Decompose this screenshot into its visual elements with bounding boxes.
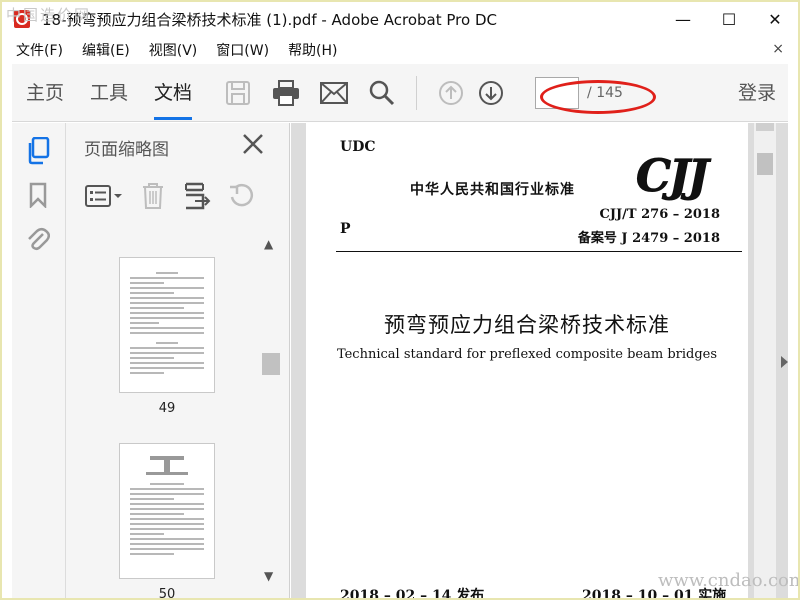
maximize-button[interactable]: ☐ — [706, 2, 752, 36]
thumbnails-toolbar — [84, 181, 270, 211]
watermark-left: 中国造价网 — [6, 6, 92, 24]
standard-code: CJJ/T 276 – 2018 — [599, 207, 720, 222]
previous-page-icon[interactable] — [437, 79, 465, 107]
title-bar: 18-预弯预应力组合梁桥技术标准 (1).pdf - Adobe Acrobat… — [2, 2, 798, 36]
menu-file[interactable]: 文件(F) — [16, 40, 63, 60]
email-icon[interactable] — [320, 79, 349, 107]
document-title-english: Technical standard for preflexed composi… — [336, 347, 718, 362]
document-scrollbar[interactable] — [754, 123, 776, 598]
close-document-button[interactable]: × — [772, 41, 784, 57]
page-thumbnails-icon[interactable] — [24, 137, 52, 165]
thumbnail-page-number: 50 — [158, 587, 176, 598]
thumbnails-scroll-thumb[interactable] — [262, 353, 280, 375]
expand-right-panel-icon[interactable] — [780, 354, 790, 368]
page-thumbnail[interactable] — [119, 443, 215, 579]
document-title-chinese: 预弯预应力组合梁桥技术标准 — [384, 313, 670, 337]
standard-organization: 中华人民共和国行业标准 — [410, 182, 575, 198]
document-scroll-thumb[interactable] — [757, 153, 773, 175]
page-thumbnail[interactable] — [119, 257, 215, 393]
window-controls: — ☐ ✕ — [660, 2, 798, 36]
window-title: 18-预弯预应力组合梁桥技术标准 (1).pdf - Adobe Acrobat… — [42, 10, 497, 29]
login-button[interactable]: 登录 — [738, 64, 776, 122]
tab-document[interactable]: 文档 — [154, 64, 193, 122]
navigation-rail — [12, 123, 66, 598]
save-icon[interactable] — [224, 79, 252, 107]
tab-home[interactable]: 主页 — [26, 64, 64, 122]
thumbnails-panel: 页面缩略图 49 50 ▲ ▼ — [66, 123, 290, 598]
next-page-icon[interactable] — [477, 79, 505, 107]
thumbnail-options-icon[interactable] — [84, 181, 124, 211]
menu-view[interactable]: 视图(V) — [149, 40, 198, 60]
print-icon[interactable] — [272, 79, 300, 107]
acrobat-window: 18-预弯预应力组合梁桥技术标准 (1).pdf - Adobe Acrobat… — [2, 2, 798, 598]
close-panel-icon[interactable] — [242, 133, 266, 157]
publish-date: 2018 – 02 – 14 发布 — [340, 588, 485, 598]
search-icon[interactable] — [368, 79, 396, 107]
watermark-right: www.cndao.com — [658, 570, 798, 591]
tab-tools[interactable]: 工具 — [90, 64, 128, 122]
bookmark-icon[interactable] — [24, 181, 52, 209]
rotate-page-icon[interactable] — [226, 181, 256, 211]
attachment-icon[interactable] — [24, 225, 52, 253]
scroll-up-arrow-icon[interactable]: ▲ — [264, 237, 273, 251]
menu-bar: 文件(F) 编辑(E) 视图(V) 窗口(W) 帮助(H) × — [2, 36, 798, 64]
minimize-button[interactable]: — — [660, 2, 706, 36]
document-viewport: UDC 中华人民共和国行业标准 CJJ CJJ/T 276 – 2018 备案号… — [291, 123, 788, 598]
record-number: 备案号 J 2479 – 2018 — [577, 231, 720, 246]
toolbar-separator — [416, 75, 418, 110]
scroll-up-arrow-icon[interactable] — [756, 123, 774, 131]
close-button[interactable]: ✕ — [752, 2, 798, 36]
menu-window[interactable]: 窗口(W) — [216, 40, 269, 60]
thumbnails-scrollbar[interactable]: ▲ ▼ — [262, 237, 280, 595]
red-annotation-ellipse — [540, 80, 656, 114]
header-rule — [336, 251, 742, 252]
pdf-page: UDC 中华人民共和国行业标准 CJJ CJJ/T 276 – 2018 备案号… — [306, 123, 748, 598]
insert-pages-icon[interactable] — [182, 181, 212, 211]
thumbnail-page-number: 49 — [158, 401, 176, 416]
main-toolbar: 主页 工具 文档 / 145 登录 — [12, 64, 788, 122]
scroll-down-arrow-icon[interactable]: ▼ — [264, 569, 273, 583]
classification-letter: P — [340, 221, 351, 237]
delete-page-icon[interactable] — [138, 181, 168, 211]
udc-label: UDC — [340, 139, 376, 155]
menu-edit[interactable]: 编辑(E) — [82, 40, 130, 60]
menu-help[interactable]: 帮助(H) — [288, 40, 337, 60]
thumbnails-panel-title: 页面缩略图 — [84, 140, 169, 160]
cjj-logo: CJJ — [636, 151, 710, 203]
